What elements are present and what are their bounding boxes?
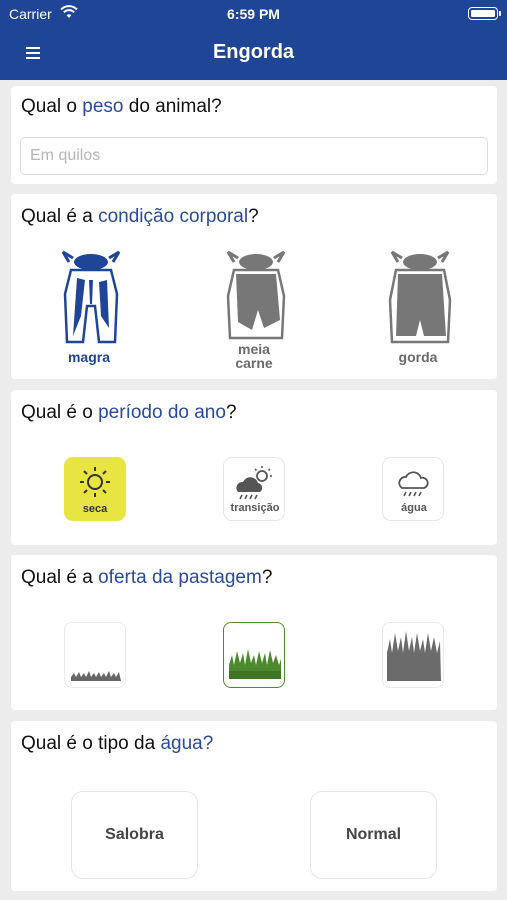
weight-question: Qual o peso do animal?	[21, 96, 222, 118]
pasture-option-low[interactable]	[64, 622, 126, 688]
condition-label: gorda	[398, 349, 438, 365]
rain-cloud-icon	[398, 471, 429, 497]
condition-label: magra	[67, 349, 111, 365]
question-text: Qual é a	[21, 567, 99, 588]
sun-cloud-rain-icon	[236, 466, 272, 500]
question-text: Qual é o	[21, 402, 99, 423]
season-option-transicao[interactable]: transição	[223, 457, 285, 521]
pasture-option-medium[interactable]	[223, 622, 285, 688]
question-highlight: peso	[82, 96, 124, 117]
question-text: ?	[261, 567, 273, 588]
question-text: Qual o	[21, 96, 83, 117]
season-label: seca	[82, 503, 108, 515]
body-condition-card: Qual é a condição corporal? magra meia c…	[11, 194, 497, 379]
season-question: Qual é o período do ano?	[21, 402, 237, 424]
condition-option-magra[interactable]: magra	[39, 250, 139, 372]
season-label: água	[401, 502, 427, 514]
weight-input[interactable]	[20, 137, 488, 175]
water-question: Qual é o tipo da água?	[21, 733, 213, 755]
question-highlight: oferta da pastagem	[98, 567, 262, 588]
question-text: Qual é o tipo da	[21, 733, 161, 754]
pasture-option-high[interactable]	[382, 622, 444, 688]
navigation-bar: Engorda	[0, 28, 507, 80]
status-bar: Carrier 6:59 PM	[0, 0, 507, 28]
thin-cow-icon	[61, 250, 121, 344]
tall-grass-icon	[387, 631, 441, 681]
question-highlight: período do ano	[98, 402, 226, 423]
condition-option-gorda[interactable]: gorda	[368, 250, 468, 372]
medium-cow-icon	[226, 250, 286, 340]
season-option-seca[interactable]: seca	[64, 457, 126, 521]
condition-option-meia-carne[interactable]: meia carne	[204, 250, 304, 372]
body-condition-question: Qual é a condição corporal?	[21, 206, 259, 228]
short-grass-icon	[71, 671, 121, 681]
water-option-salobra[interactable]: Salobra	[71, 791, 198, 879]
condition-label: meia	[238, 341, 270, 357]
question-highlight: água?	[160, 733, 214, 754]
question-text: ?	[248, 206, 259, 227]
season-option-agua[interactable]: água	[382, 457, 444, 521]
clock: 6:59 PM	[227, 6, 280, 22]
battery-icon	[468, 7, 501, 20]
water-option-normal[interactable]: Normal	[310, 791, 437, 879]
season-card: Qual é o período do ano? seca transição …	[11, 390, 497, 545]
pasture-question: Qual é a oferta da pastagem?	[21, 567, 272, 589]
pasture-card: Qual é a oferta da pastagem?	[11, 555, 497, 710]
page-title: Engorda	[212, 41, 295, 63]
question-text: do animal?	[123, 96, 222, 117]
weight-card: Qual o peso do animal?	[11, 86, 497, 184]
question-text: ?	[225, 402, 237, 423]
question-highlight: condição corporal	[98, 206, 249, 227]
condition-label-line2: carne	[235, 355, 273, 371]
question-text: Qual é a	[21, 206, 99, 227]
green-grass-icon	[229, 649, 281, 679]
water-card: Qual é o tipo da água? Salobra Normal	[11, 721, 497, 891]
season-label: transição	[230, 502, 280, 514]
fat-cow-icon	[388, 250, 452, 344]
sun-icon	[80, 467, 110, 497]
